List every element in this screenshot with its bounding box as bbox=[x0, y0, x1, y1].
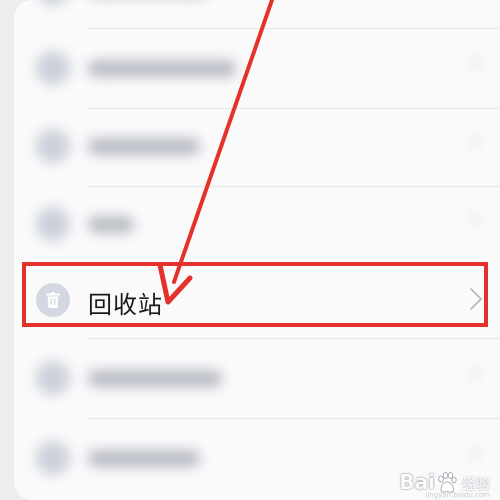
chevron-right-icon bbox=[463, 132, 481, 150]
watermark-url: jingyan.baidu.com bbox=[425, 491, 490, 499]
menu-item-label-blurred bbox=[88, 450, 200, 467]
menu-item-icon bbox=[36, 361, 70, 395]
menu-item-5[interactable] bbox=[14, 340, 500, 416]
menu-item-icon bbox=[36, 207, 70, 241]
menu-item-icon bbox=[36, 129, 70, 163]
menu-item-label-blurred bbox=[88, 216, 134, 233]
chevron-right-icon bbox=[463, 444, 481, 462]
annotation-highlight-box bbox=[22, 262, 488, 327]
menu-item-label-blurred bbox=[88, 370, 222, 387]
chevron-right-icon bbox=[463, 210, 481, 228]
divider bbox=[88, 28, 500, 29]
menu-item-label-blurred bbox=[88, 60, 236, 77]
menu-item-icon bbox=[36, 0, 70, 5]
chevron-right-icon bbox=[463, 364, 481, 382]
menu-item-icon bbox=[36, 51, 70, 85]
baidu-jingyan-watermark: Bai 经验 jingyan.baidu.com bbox=[399, 464, 490, 499]
divider bbox=[88, 418, 500, 419]
menu-item-2[interactable] bbox=[14, 108, 500, 184]
chevron-right-icon bbox=[463, 54, 481, 72]
menu-item-label-blurred bbox=[88, 138, 200, 155]
menu-item-icon bbox=[36, 441, 70, 475]
divider bbox=[88, 338, 500, 339]
menu-item-top-partial[interactable] bbox=[14, 0, 500, 26]
menu-item-1[interactable] bbox=[14, 30, 500, 106]
menu-item-3[interactable] bbox=[14, 186, 500, 262]
